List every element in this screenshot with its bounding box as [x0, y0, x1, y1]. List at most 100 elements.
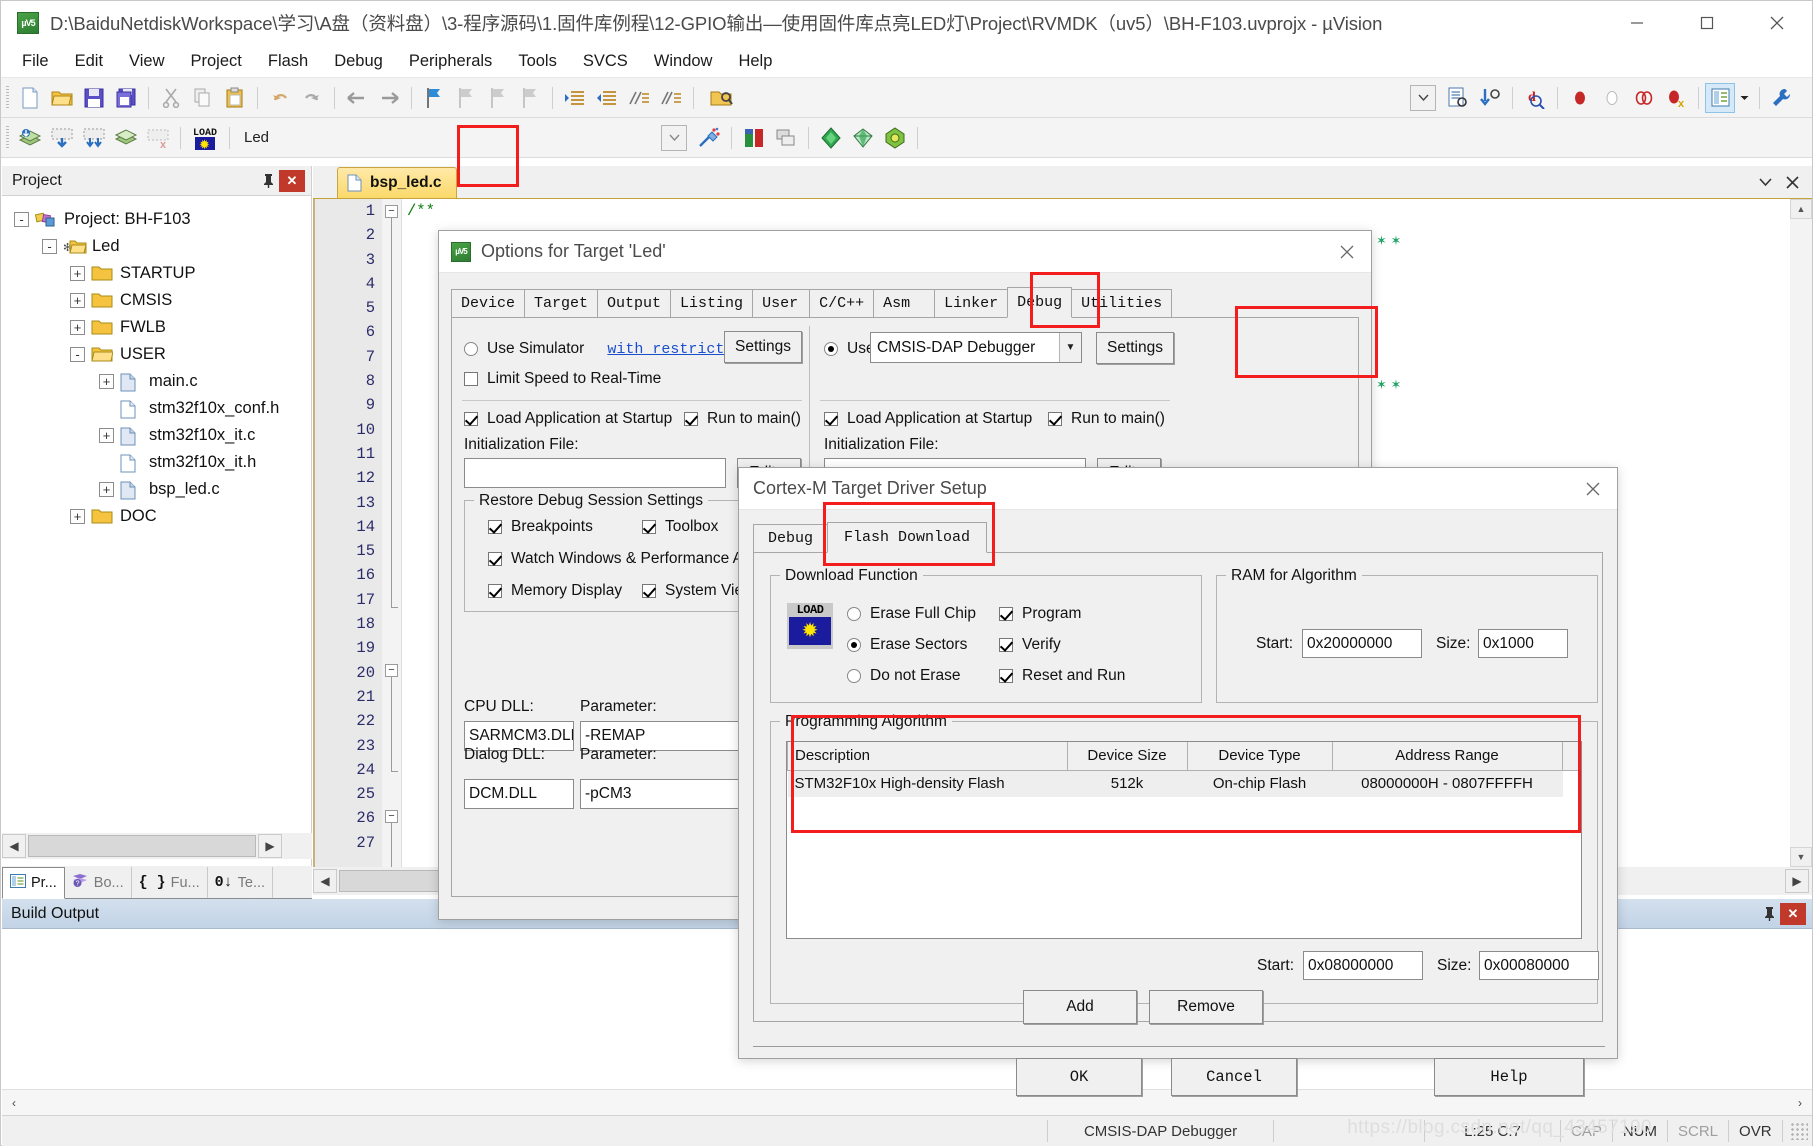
open-file-icon[interactable] [46, 82, 78, 114]
simulator-settings-button[interactable]: Settings [724, 331, 802, 363]
tab-utilities[interactable]: Utilities [1071, 289, 1173, 317]
scroll-left-icon[interactable]: ◀ [313, 869, 337, 893]
tab-books[interactable]: ? Bo... [65, 867, 132, 898]
expander-icon[interactable]: - [42, 239, 57, 254]
limit-speed-checkbox[interactable] [464, 372, 478, 386]
expander-icon[interactable]: - [14, 212, 29, 227]
menu-svcs[interactable]: SVCS [570, 49, 641, 74]
close-icon[interactable] [1569, 468, 1617, 510]
expander-icon[interactable]: + [99, 374, 114, 389]
menu-help[interactable]: Help [725, 49, 785, 74]
scroll-left-icon[interactable]: ‹ [2, 1091, 26, 1115]
tab-asm[interactable]: Asm [873, 289, 936, 317]
paste-icon[interactable] [219, 82, 251, 114]
erase-sectors-radio[interactable] [847, 638, 861, 652]
save-all-icon[interactable] [110, 82, 142, 114]
options-for-target-icon[interactable] [693, 122, 725, 154]
minimize-icon[interactable] [1602, 1, 1672, 45]
menu-flash[interactable]: Flash [255, 49, 321, 74]
run-to-main-checkbox[interactable] [684, 412, 698, 426]
scroll-right-icon[interactable]: ▶ [1785, 869, 1809, 893]
bookmark-next-icon[interactable] [482, 82, 514, 114]
tree-node-user[interactable]: - USER [8, 341, 311, 368]
find-in-document-icon[interactable] [1442, 82, 1474, 114]
indent-left-icon[interactable] [591, 82, 623, 114]
manage-run-time-env-icon[interactable] [879, 122, 911, 154]
tab-target[interactable]: Target [524, 289, 599, 317]
tree-node-project[interactable]: - Project: BH-F103 [8, 206, 311, 233]
verify-checkbox[interactable] [999, 638, 1013, 652]
toolbar-grip[interactable] [6, 125, 9, 150]
expander-icon[interactable]: + [99, 428, 114, 443]
column-description[interactable]: Description [787, 742, 1068, 771]
close-icon[interactable] [1742, 1, 1812, 45]
tab-flash-download[interactable]: Flash Download [827, 522, 988, 553]
load-app-checkbox-right[interactable] [824, 412, 838, 426]
tree-node-bsp-led-c[interactable]: + bsp_led.c [8, 476, 311, 503]
close-document-icon[interactable] [1778, 167, 1806, 198]
tree-node-doc[interactable]: + DOC [8, 503, 311, 530]
reset-and-run-checkbox[interactable] [999, 669, 1013, 683]
tree-node-target-led[interactable]: - ✻ Led [8, 233, 311, 260]
ram-size-input[interactable]: 0x1000 [1478, 629, 1568, 658]
scroll-right-icon[interactable]: ▶ [258, 834, 282, 858]
navigate-forward-icon[interactable] [373, 82, 405, 114]
multi-project-icon[interactable] [770, 122, 802, 154]
close-icon[interactable]: ✕ [279, 169, 305, 192]
scroll-right-icon[interactable]: › [1788, 1091, 1812, 1115]
tab-linker[interactable]: Linker [934, 289, 1009, 317]
tree-node-startup[interactable]: + STARTUP [8, 260, 311, 287]
cancel-button[interactable]: Cancel [1171, 1058, 1297, 1096]
resize-grip-icon[interactable] [1790, 1122, 1808, 1140]
expander-icon[interactable]: + [99, 482, 114, 497]
watch-windows-checkbox[interactable] [488, 552, 502, 566]
editor-vscrollbar[interactable]: ▲ ▼ [1790, 199, 1812, 867]
tree-node-main-c[interactable]: + main.c [8, 368, 311, 395]
add-button[interactable]: Add [1023, 990, 1137, 1024]
tab-device[interactable]: Device [451, 289, 526, 317]
comment-icon[interactable] [623, 82, 655, 114]
kill-all-breakpoints-icon[interactable]: x [1660, 82, 1692, 114]
tab-project[interactable]: Pr... [2, 867, 65, 899]
tab-listing[interactable]: Listing [670, 289, 754, 317]
uncomment-icon[interactable] [655, 82, 687, 114]
configure-icon[interactable] [1766, 82, 1798, 114]
use-simulator-radio[interactable] [464, 342, 478, 356]
help-button[interactable]: Help [1434, 1058, 1584, 1096]
project-window-dropdown-icon[interactable] [1735, 82, 1753, 114]
disable-all-breakpoints-icon[interactable] [1628, 82, 1660, 114]
bookmark-toggle-icon[interactable] [418, 82, 450, 114]
program-checkbox[interactable] [999, 607, 1013, 621]
column-device-size[interactable]: Device Size [1067, 742, 1188, 771]
download-icon[interactable]: LOAD ✹ [187, 122, 223, 154]
scroll-up-icon[interactable]: ▲ [1790, 199, 1812, 219]
debugger-select[interactable]: CMSIS-DAP Debugger ▼ [870, 332, 1082, 363]
batch-build-icon[interactable] [110, 122, 142, 154]
indent-right-icon[interactable] [559, 82, 591, 114]
pin-icon[interactable] [257, 170, 279, 192]
expander-icon[interactable]: + [70, 266, 85, 281]
copy-icon[interactable] [187, 82, 219, 114]
rebuild-icon[interactable] [78, 122, 110, 154]
tab-output[interactable]: Output [597, 289, 672, 317]
table-row[interactable]: STM32F10x High-density Flash 512k On-chi… [787, 770, 1581, 797]
close-icon[interactable] [1323, 231, 1371, 273]
ram-start-input[interactable]: 0x20000000 [1302, 629, 1422, 658]
pack-installer-icon[interactable] [815, 122, 847, 154]
do-not-erase-radio[interactable] [847, 669, 861, 683]
system-viewer-checkbox[interactable] [642, 584, 656, 598]
flash-start-input[interactable]: 0x08000000 [1303, 951, 1423, 980]
navigate-back-icon[interactable] [341, 82, 373, 114]
ok-button[interactable]: OK [1016, 1058, 1142, 1096]
bookmark-clear-icon[interactable] [514, 82, 546, 114]
tree-node-stm32f10x-it-c[interactable]: + stm32f10x_it.c [8, 422, 311, 449]
tree-node-stm32f10x-conf-h[interactable]: stm32f10x_conf.h [8, 395, 311, 422]
find-next-icon[interactable] [1474, 82, 1506, 114]
tab-user[interactable]: User [752, 289, 811, 317]
programming-algorithm-list[interactable]: Description Device Size Device Type Addr… [786, 741, 1582, 939]
remove-button[interactable]: Remove [1149, 990, 1263, 1024]
expander-icon[interactable]: + [70, 509, 85, 524]
maximize-icon[interactable] [1672, 1, 1742, 45]
redo-icon[interactable] [296, 82, 328, 114]
tree-node-stm32f10x-it-h[interactable]: stm32f10x_it.h [8, 449, 311, 476]
